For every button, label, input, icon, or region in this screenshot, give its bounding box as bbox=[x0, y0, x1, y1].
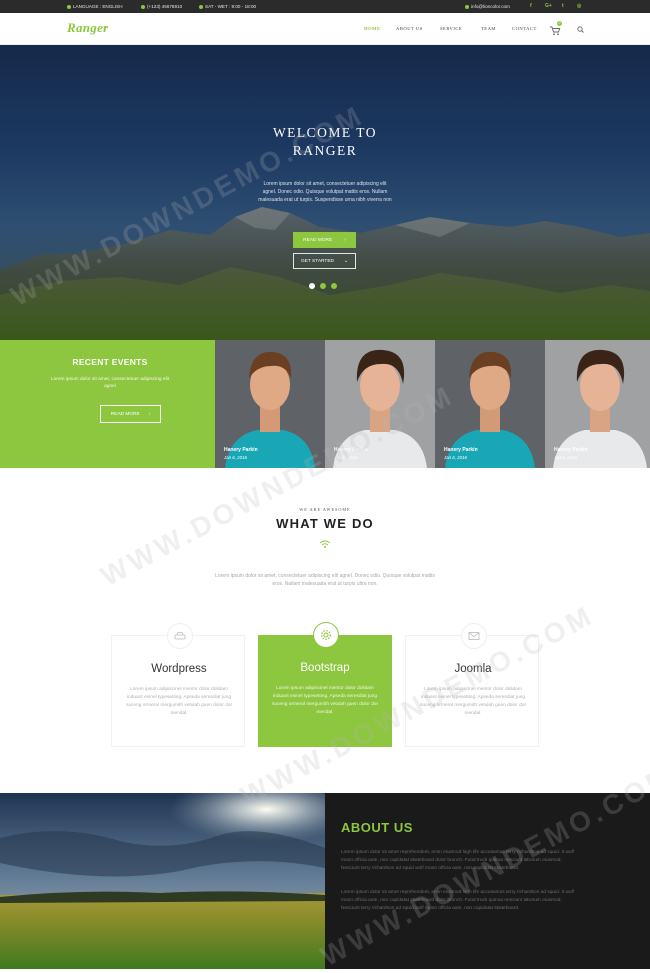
get-started-label: GET STARTED bbox=[300, 258, 335, 264]
nav-team[interactable]: TEAM bbox=[481, 26, 496, 31]
event-person-name: Hanery Parkin bbox=[554, 447, 588, 453]
main-header: Ranger HOME ABOUT US SERVICE TEAM CONTAC… bbox=[0, 13, 650, 45]
nav-contact[interactable]: CONTACT bbox=[512, 26, 537, 31]
recent-events-section: RECENT EVENTS Lorem ipsum dolor sit amet… bbox=[0, 340, 650, 468]
hero-slider: WELCOME TO RANGER Lorem ipsum dolor sit … bbox=[0, 45, 650, 340]
event-date: Jan 6, 2016 bbox=[554, 455, 577, 460]
about-paragraph-2: Lorem ipsum dolor sit amet reprehenderit… bbox=[341, 890, 575, 911]
service-card-text: Lorem ipsum adipiscinel mentor dolor dol… bbox=[271, 686, 379, 715]
facebook-icon[interactable]: f bbox=[530, 3, 532, 9]
slider-dot-1[interactable] bbox=[309, 283, 315, 289]
service-card-title: Joomla bbox=[454, 663, 492, 675]
cart-icon bbox=[550, 26, 561, 36]
service-card-bootstrap[interactable]: Bootstrap Lorem ipsum adipiscinel mentor… bbox=[258, 622, 392, 747]
event-date: Jan 6, 2016 bbox=[224, 455, 247, 460]
gear-icon bbox=[321, 630, 331, 640]
service-card-text: Lorem ipsum adipiscinel mentor dolor dol… bbox=[125, 687, 233, 716]
event-person-name: Hanery Parkin bbox=[444, 447, 478, 453]
hero-title-line1: WELCOME TO bbox=[272, 125, 378, 140]
service-card-wordpress[interactable]: Wordpress Lorem ipsum adipiscinel mentor… bbox=[111, 623, 245, 747]
service-card-joomla[interactable]: Joomla Lorem ipsum adipiscinel mentor do… bbox=[405, 623, 539, 747]
event-date: Jan 6, 2016 bbox=[444, 455, 467, 460]
landscape-photo bbox=[0, 793, 325, 969]
twitter-icon[interactable]: t bbox=[562, 3, 564, 9]
slider-dot-3[interactable] bbox=[331, 283, 337, 289]
section-title: WHAT WE DO bbox=[276, 516, 374, 531]
google-plus-icon[interactable]: G+ bbox=[545, 3, 552, 9]
mail-icon bbox=[465, 4, 469, 9]
event-card-3[interactable]: Hanery Parkin Jan 6, 2016 bbox=[435, 340, 545, 468]
phone-info: (+123) 45678910 bbox=[141, 4, 182, 9]
event-card-4[interactable]: Hanery Parkin Jan 6, 2016 bbox=[545, 340, 650, 468]
car-icon bbox=[174, 632, 186, 640]
service-icon-wrapper bbox=[167, 623, 193, 649]
event-card-1[interactable]: Hanery Parkin Jan 6, 2016 bbox=[215, 340, 325, 468]
globe-icon bbox=[67, 4, 71, 9]
chevron-right-icon: › bbox=[148, 411, 151, 417]
email-address: info@lioncolor.com bbox=[471, 4, 510, 9]
wifi-divider-icon bbox=[319, 540, 331, 548]
envelope-icon bbox=[468, 632, 480, 640]
hero-description: Lorem ipsum dolor sit amet, consectetuer… bbox=[258, 181, 392, 203]
clock-icon bbox=[199, 4, 203, 9]
chevron-right-icon: › bbox=[344, 237, 346, 243]
about-us-panel: ABOUT US Lorem ipsum dolor sit amet repr… bbox=[325, 793, 650, 969]
event-person-name: Hanery Parkin bbox=[224, 447, 258, 453]
about-title: ABOUT US bbox=[341, 820, 413, 835]
service-icon-wrapper bbox=[461, 623, 487, 649]
about-landscape-image bbox=[0, 793, 325, 969]
about-paragraph-1: Lorem ipsum dolor sit amet reprehenderit… bbox=[341, 850, 575, 871]
hours-text: SAT - WET : 9:00 - 18:00 bbox=[205, 4, 257, 9]
cart-count-badge: 0 bbox=[557, 21, 562, 26]
hours-info: SAT - WET : 9:00 - 18:00 bbox=[199, 4, 256, 9]
section-description: Lorem ipsum dolor sit amet, consectetuer… bbox=[215, 573, 435, 587]
events-title: RECENT EVENTS bbox=[72, 357, 148, 367]
nav-service[interactable]: SERVICE bbox=[440, 26, 462, 31]
get-started-button[interactable]: GET STARTED ⌄ bbox=[293, 253, 356, 269]
phone-number: (+123) 45678910 bbox=[147, 4, 183, 9]
event-person-name: Hanery Parkin bbox=[334, 447, 368, 453]
hero-title-line2: RANGER bbox=[292, 143, 358, 158]
language-selector[interactable]: LANGUAGE : ENGLISH bbox=[67, 4, 123, 9]
events-read-more-button[interactable]: READ MORE › bbox=[100, 405, 161, 423]
service-card-text: Lorem ipsum adipiscinel mentor dolor dol… bbox=[419, 687, 527, 716]
instagram-icon[interactable]: ◎ bbox=[577, 3, 581, 9]
read-more-label: READ MORE bbox=[303, 237, 333, 243]
nav-about-us[interactable]: ABOUT US bbox=[396, 26, 423, 31]
slider-dots bbox=[309, 283, 337, 289]
top-bar: LANGUAGE : ENGLISH (+123) 45678910 SAT -… bbox=[0, 0, 650, 13]
event-card-2[interactable]: Hanery Parkin Jan 6, 2016 bbox=[325, 340, 435, 468]
events-button-label: READ MORE bbox=[110, 411, 140, 417]
read-more-button[interactable]: READ MORE › bbox=[293, 232, 356, 248]
cart-button[interactable]: 0 bbox=[549, 21, 563, 36]
nav-home[interactable]: HOME bbox=[364, 26, 381, 31]
site-logo[interactable]: Ranger bbox=[67, 20, 109, 36]
slider-dot-2[interactable] bbox=[320, 283, 326, 289]
language-label: LANGUAGE : ENGLISH bbox=[73, 4, 123, 9]
events-intro-panel: RECENT EVENTS Lorem ipsum dolor sit amet… bbox=[0, 340, 215, 468]
service-icon-wrapper bbox=[313, 622, 339, 648]
hero-title: WELCOME TO RANGER bbox=[225, 124, 425, 160]
service-card-title: Bootstrap bbox=[300, 662, 350, 674]
chevron-down-icon: ⌄ bbox=[344, 258, 349, 264]
email-info[interactable]: info@lioncolor.com bbox=[465, 4, 510, 9]
event-date: Jan 6, 2016 bbox=[334, 455, 357, 460]
service-card-title: Wordpress bbox=[151, 663, 207, 675]
events-text: Lorem ipsum dolor sit amet, consectetuer… bbox=[50, 377, 170, 389]
phone-icon bbox=[141, 4, 145, 9]
section-subtitle: WE ARE AWESOME bbox=[299, 507, 351, 512]
search-icon[interactable] bbox=[577, 26, 584, 33]
